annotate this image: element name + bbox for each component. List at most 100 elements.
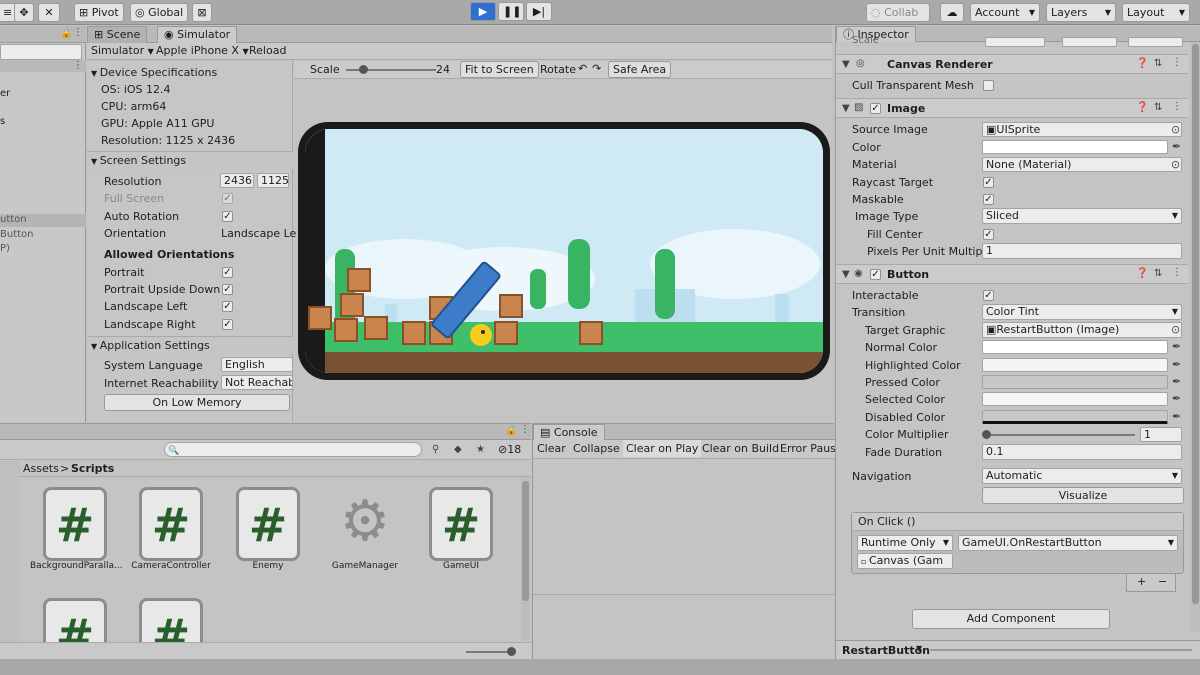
hierarchy-item[interactable]: P) (0, 243, 10, 254)
transform-tool-icon[interactable]: ✕ (38, 3, 60, 22)
clear-button[interactable]: Clear (537, 442, 566, 455)
method-dropdown[interactable]: GameUI.OnRestartButton ▼ (958, 535, 1178, 551)
color-swatch[interactable] (982, 140, 1168, 154)
portrait-ud-checkbox[interactable]: ✓ (222, 284, 233, 295)
hierarchy-item[interactable]: s (0, 116, 5, 127)
fade-field[interactable]: 0.1 (982, 444, 1182, 460)
image-header[interactable]: ▼ ▨ ✓ Image ❓ ⇅ ⋮ (836, 98, 1188, 118)
low-memory-button[interactable]: On Low Memory (104, 394, 290, 411)
interactable-checkbox[interactable]: ✓ (983, 290, 994, 301)
menu-icon[interactable]: ⋮ (1172, 57, 1182, 68)
eyedropper-icon[interactable]: ✒ (1172, 358, 1181, 371)
screen-settings-header[interactable]: ▼ Screen Settings (87, 151, 293, 169)
preset-icon[interactable]: ⇅ (1154, 268, 1162, 279)
fit-to-screen-button[interactable]: Fit to Screen (460, 61, 539, 78)
button-header[interactable]: ▼ ◉ ✓ Button ❓ ⇅ ⋮ (836, 264, 1188, 284)
device-spec-header[interactable]: ▼ Device Specifications (91, 66, 217, 79)
visualize-button[interactable]: Visualize (982, 487, 1184, 504)
lock-icon[interactable]: 🔒 (505, 425, 517, 436)
scale-y-field[interactable] (1062, 37, 1117, 47)
zoom-slider-handle[interactable] (507, 647, 516, 656)
target-object-field[interactable]: ▫ Canvas (Gam (857, 553, 953, 569)
star-icon[interactable]: ★ (476, 444, 485, 455)
hierarchy-item[interactable]: Button (0, 229, 34, 240)
mode-dropdown[interactable]: Simulator ▼ (91, 44, 154, 57)
rect-tool-icon[interactable]: ✥ (14, 3, 34, 22)
eyedropper-icon[interactable]: ✒ (1172, 140, 1181, 153)
asset-item[interactable]: # (30, 598, 120, 643)
cloud-icon[interactable]: ☁ (940, 3, 964, 22)
sys-lang-dropdown[interactable]: English (221, 357, 293, 372)
asset-item[interactable]: # Enemy (223, 487, 313, 571)
game-screen[interactable] (305, 129, 823, 373)
hierarchy-item[interactable]: er (0, 88, 10, 99)
maskable-checkbox[interactable]: ✓ (983, 194, 994, 205)
object-picker-icon[interactable]: ⊙ (1171, 158, 1180, 171)
hierarchy-search[interactable] (0, 44, 82, 60)
reach-dropdown[interactable]: Not Reachabl (221, 375, 293, 390)
play-button[interactable]: ▶ (470, 2, 496, 21)
pivot-toggle[interactable]: ⊞ Pivot (74, 3, 124, 22)
transition-dropdown[interactable]: Color Tint ▼ (982, 304, 1182, 320)
asset-item[interactable]: # GameUI (416, 487, 506, 571)
highlighted-color-swatch[interactable] (982, 358, 1168, 372)
error-pause-button[interactable]: Error Pause (780, 442, 843, 455)
selected-color-swatch[interactable] (982, 392, 1168, 406)
breadcrumb-scripts[interactable]: Scripts (71, 462, 114, 475)
menu-icon[interactable]: ⋮ (73, 27, 83, 38)
pressed-color-swatch[interactable] (982, 375, 1168, 389)
account-dropdown[interactable]: Account ▼ (970, 3, 1040, 22)
foldout-icon[interactable]: ▼ (842, 269, 850, 280)
clear-on-play-button[interactable]: Clear on Play (623, 440, 702, 457)
collapse-button[interactable]: Collapse (573, 442, 620, 455)
image-enabled-checkbox[interactable]: ✓ (870, 103, 881, 114)
landscape-right-checkbox[interactable]: ✓ (222, 319, 233, 330)
autorot-checkbox[interactable]: ✓ (222, 211, 233, 222)
eyedropper-icon[interactable]: ✒ (1172, 375, 1181, 388)
multiplier-slider[interactable] (985, 434, 1135, 436)
res-height-field[interactable]: 1125 (257, 173, 289, 188)
material-field[interactable]: None (Material) (982, 157, 1182, 172)
res-width-field[interactable]: 2436 (220, 173, 254, 188)
runtime-dropdown[interactable]: Runtime Only ▼ (857, 535, 953, 551)
eyedropper-icon[interactable]: ✒ (1172, 410, 1181, 423)
help-icon[interactable]: ❓ (1136, 102, 1148, 113)
menu-icon[interactable]: ⋮ (1172, 267, 1182, 278)
normal-color-swatch[interactable] (982, 340, 1168, 354)
help-icon[interactable]: ❓ (1136, 58, 1148, 69)
orientation-dropdown[interactable]: Landscape Le (221, 227, 296, 240)
asset-item[interactable]: # (126, 598, 216, 643)
lock-icon[interactable]: 🔒 (60, 28, 72, 39)
cull-checkbox[interactable] (983, 80, 994, 91)
scrollbar-thumb[interactable] (1192, 44, 1199, 604)
source-image-field[interactable]: ▣UISprite (982, 122, 1182, 137)
reload-button[interactable]: Reload (249, 44, 286, 57)
tab-simulator[interactable]: ◉ Simulator (157, 26, 238, 43)
scale-z-field[interactable] (1128, 37, 1183, 47)
filter-type-icon[interactable]: ⚲ (432, 444, 439, 455)
preset-icon[interactable]: ⇅ (1154, 102, 1162, 113)
asset-item[interactable]: # BackgroundParalla... (30, 487, 123, 571)
object-picker-icon[interactable]: ⊙ (1171, 123, 1180, 136)
layout-dropdown[interactable]: Layout ▼ (1122, 3, 1190, 22)
layers-dropdown[interactable]: Layers ▼ (1046, 3, 1116, 22)
eyedropper-icon[interactable]: ✒ (1172, 392, 1181, 405)
canvas-renderer-header[interactable]: ▼ ◎ Canvas Renderer ❓ ⇅ ⋮ (836, 54, 1188, 74)
hierarchy-scene-row[interactable]: ⋮ (0, 60, 86, 72)
device-dropdown[interactable]: Apple iPhone X ▼ (156, 44, 249, 57)
rotate-left-icon[interactable]: ↶ (578, 62, 587, 75)
label-icon[interactable]: ◆ (454, 444, 462, 455)
breadcrumb-assets[interactable]: Assets (23, 462, 59, 475)
scale-slider-handle[interactable] (359, 65, 368, 74)
hierarchy-selected-row[interactable]: utton (0, 214, 86, 227)
add-event-button[interactable]: + (1137, 575, 1146, 588)
button-enabled-checkbox[interactable]: ✓ (870, 269, 881, 280)
landscape-left-checkbox[interactable]: ✓ (222, 301, 233, 312)
pause-button[interactable]: ❚❚ (498, 2, 524, 21)
eyedropper-icon[interactable]: ✒ (1172, 340, 1181, 353)
menu-icon[interactable]: ⋮ (1172, 101, 1182, 112)
scale-x-field[interactable] (985, 37, 1045, 47)
foldout-icon[interactable]: ▼ (842, 59, 850, 70)
target-graphic-field[interactable]: ▣RestartButton (Image) (982, 322, 1182, 338)
remove-event-button[interactable]: − (1158, 575, 1167, 588)
